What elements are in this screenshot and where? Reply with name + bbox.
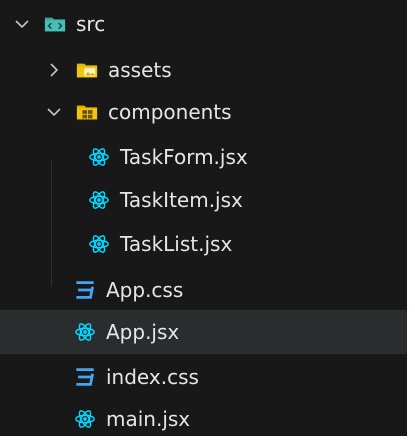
file-explorer: src assets components TaskForm.jsx TaskI… [0, 0, 415, 436]
tree-item-src[interactable]: src [0, 2, 407, 46]
tree-item-components[interactable]: components [0, 90, 407, 134]
assets-folder-icon [76, 59, 98, 81]
tree-item-label: index.css [106, 365, 199, 389]
src-folder-icon [44, 13, 66, 35]
tree-item-label: TaskItem.jsx [120, 188, 243, 212]
tree-item-main-jsx[interactable]: main.jsx [0, 397, 407, 441]
tree-item-label: TaskForm.jsx [120, 145, 248, 169]
tree-item-label: src [76, 12, 106, 36]
react-icon [74, 408, 96, 430]
tree-item-label: main.jsx [106, 407, 191, 431]
tree-item-label: App.jsx [106, 320, 180, 344]
tree-item-taskitem[interactable]: TaskItem.jsx [0, 178, 407, 222]
react-icon [88, 146, 110, 168]
css-icon [74, 366, 96, 388]
react-icon [88, 189, 110, 211]
tree-item-taskform[interactable]: TaskForm.jsx [0, 135, 407, 179]
chevron-right-icon[interactable] [44, 60, 64, 80]
tree-item-app-css[interactable]: App.css [0, 268, 407, 312]
tree-item-label: TaskList.jsx [120, 232, 233, 256]
tree-item-label: assets [108, 58, 172, 82]
tree-item-tasklist[interactable]: TaskList.jsx [0, 222, 407, 266]
tree-item-assets[interactable]: assets [0, 48, 407, 92]
chevron-down-icon[interactable] [12, 14, 32, 34]
tree-item-label: App.css [106, 278, 184, 302]
tree-item-index-css[interactable]: index.css [0, 355, 407, 399]
tree-item-label: components [108, 100, 232, 124]
react-icon [74, 321, 96, 343]
chevron-down-icon[interactable] [44, 102, 64, 122]
tree-item-app-jsx[interactable]: App.jsx [0, 310, 407, 354]
components-folder-icon [76, 101, 98, 123]
css-icon [74, 279, 96, 301]
react-icon [88, 233, 110, 255]
